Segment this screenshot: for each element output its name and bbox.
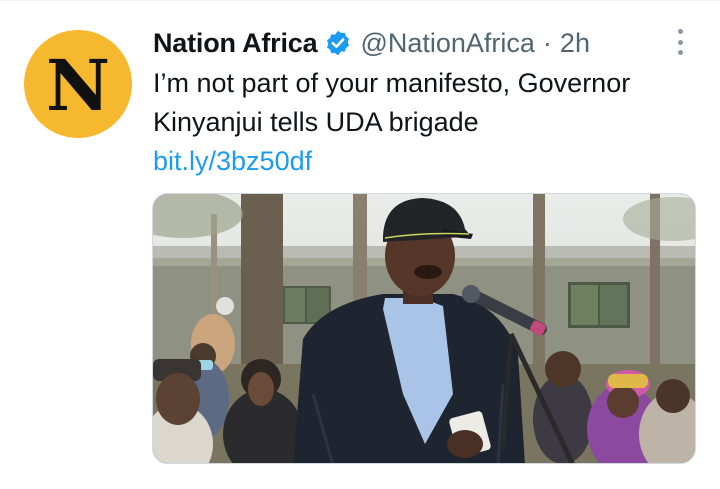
top-divider <box>0 0 720 1</box>
tweet-text: I’m not part of your manifesto, Governor… <box>153 68 631 137</box>
more-dot <box>677 50 683 55</box>
display-name[interactable]: Nation Africa <box>153 28 318 59</box>
tweet-photo[interactable] <box>152 193 696 464</box>
verified-badge-icon <box>324 29 352 57</box>
user-handle[interactable]: @NationAfrica <box>360 28 534 59</box>
tweet-card[interactable]: N Nation Africa @NationAfrica · 2h I’m n… <box>0 0 720 489</box>
photo-scene <box>153 194 695 463</box>
avatar-logo-letter: N <box>46 44 110 127</box>
separator-dot: · <box>542 27 552 58</box>
tweet-link[interactable]: bit.ly/3bz50df <box>153 142 312 181</box>
more-dot <box>677 29 683 34</box>
timestamp[interactable]: 2h <box>560 28 590 59</box>
more-options-icon[interactable] <box>670 28 690 56</box>
more-dot <box>677 39 683 45</box>
avatar[interactable]: N <box>24 30 132 138</box>
tweet-header: Nation Africa @NationAfrica · 2h <box>153 26 590 60</box>
